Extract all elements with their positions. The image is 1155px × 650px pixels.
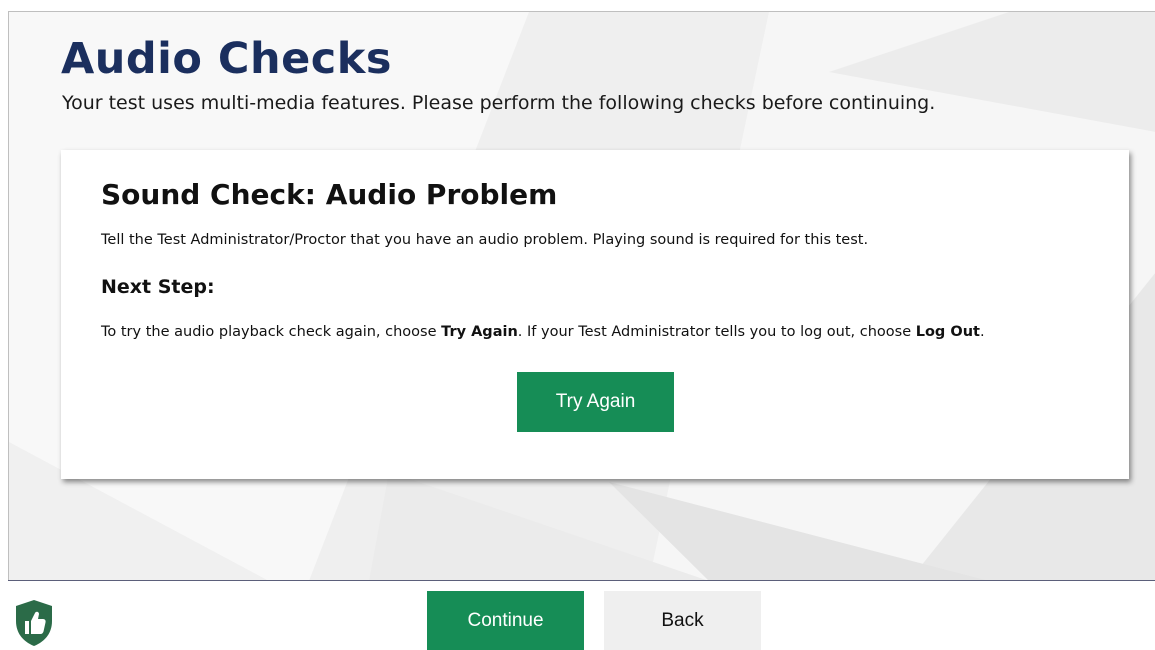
footer-divider — [8, 580, 1155, 581]
sound-check-card: Sound Check: Audio Problem Tell the Test… — [61, 150, 1129, 479]
page-root: Audio Checks Your test uses multi-media … — [0, 0, 1155, 650]
page-subtitle: Your test uses multi-media features. Ple… — [62, 92, 936, 114]
instructions-text-3: . — [979, 324, 985, 340]
back-button[interactable]: Back — [604, 591, 761, 650]
instructions-text-2: . If your Test Administrator tells you t… — [517, 324, 916, 340]
page-title: Audio Checks — [61, 34, 392, 84]
content-frame: Audio Checks Your test uses multi-media … — [8, 11, 1155, 581]
audio-problem-message: Tell the Test Administrator/Proctor that… — [101, 232, 869, 248]
next-step-instructions: To try the audio playback check again, c… — [101, 322, 1091, 342]
thumbs-up-shield-icon[interactable] — [14, 599, 54, 647]
card-title: Sound Check: Audio Problem — [101, 178, 558, 211]
instructions-try-again-bold: Try Again — [441, 324, 518, 340]
instructions-text-1: To try the audio playback check again, c… — [101, 324, 442, 340]
try-again-button[interactable]: Try Again — [517, 372, 674, 432]
continue-button[interactable]: Continue — [427, 591, 584, 650]
instructions-log-out-bold: Log Out — [915, 324, 980, 340]
next-step-heading: Next Step: — [101, 276, 215, 298]
